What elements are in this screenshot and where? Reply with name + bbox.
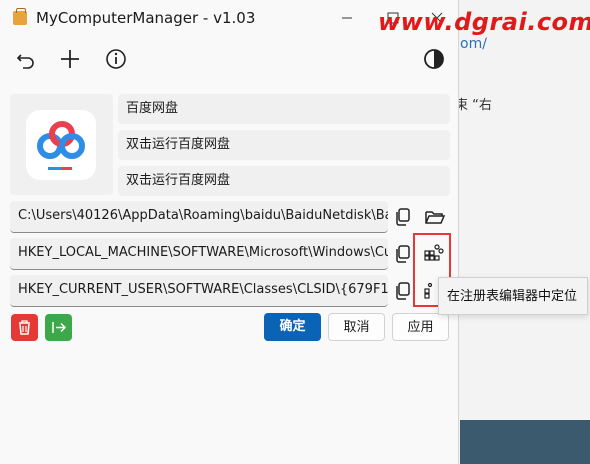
copy-hklm-button[interactable] bbox=[391, 242, 415, 266]
name-field[interactable]: 百度网盘 bbox=[118, 94, 450, 124]
tooltip-field[interactable]: 双击运行百度网盘 bbox=[118, 130, 450, 160]
apply-button[interactable]: 应用 bbox=[392, 313, 449, 341]
watermark: www.dgrai.com bbox=[378, 8, 590, 36]
cancel-button[interactable]: 取消 bbox=[328, 313, 385, 341]
delete-button[interactable] bbox=[11, 314, 38, 341]
hklm-key-field[interactable]: HKEY_LOCAL_MACHINE\SOFTWARE\Microsoft\Wi… bbox=[10, 238, 388, 270]
copy-icon bbox=[396, 245, 410, 263]
copy-path-button[interactable] bbox=[391, 205, 415, 229]
tooltip: 在注册表编辑器中定位 bbox=[438, 277, 588, 315]
plus-icon bbox=[61, 50, 79, 68]
app-window: MyComputerManager - v1.03 百度网盘 双击运行百度网盘 … bbox=[0, 0, 459, 464]
open-folder-button[interactable] bbox=[423, 205, 447, 229]
info-button[interactable] bbox=[103, 46, 129, 72]
minimize-button[interactable] bbox=[334, 6, 360, 30]
baidu-netdisk-logo bbox=[26, 110, 96, 180]
ok-button[interactable]: 确定 bbox=[264, 313, 321, 341]
app-icon bbox=[13, 8, 27, 25]
desktop-background bbox=[458, 0, 590, 464]
hkcu-key-field[interactable]: HKEY_CURRENT_USER\SOFTWARE\Classes\CLSID… bbox=[10, 275, 388, 307]
undo-button[interactable] bbox=[13, 46, 39, 72]
trash-icon bbox=[19, 320, 30, 335]
export-button[interactable] bbox=[45, 314, 72, 341]
undo-icon bbox=[16, 54, 34, 69]
folder-open-icon bbox=[425, 211, 446, 224]
minimize-icon bbox=[342, 17, 352, 19]
path-field[interactable]: C:\Users\40126\AppData\Roaming\baidu\Bai… bbox=[10, 201, 388, 233]
copy-icon bbox=[396, 208, 410, 226]
copy-icon bbox=[396, 282, 410, 300]
add-button[interactable] bbox=[57, 46, 83, 72]
app-logo-box[interactable] bbox=[10, 94, 113, 195]
info-icon bbox=[106, 49, 126, 69]
export-arrow-icon bbox=[52, 322, 67, 333]
copy-hkcu-button[interactable] bbox=[391, 279, 415, 303]
background-url-fragment: om/ bbox=[460, 36, 487, 52]
window-title: MyComputerManager - v1.03 bbox=[36, 9, 256, 27]
desktop-background-image bbox=[460, 420, 590, 464]
background-text-fragment: 束 “右 bbox=[455, 98, 492, 113]
theme-toggle-button[interactable] bbox=[421, 46, 447, 72]
description-field[interactable]: 双击运行百度网盘 bbox=[118, 166, 450, 196]
theme-toggle-icon bbox=[424, 49, 444, 69]
